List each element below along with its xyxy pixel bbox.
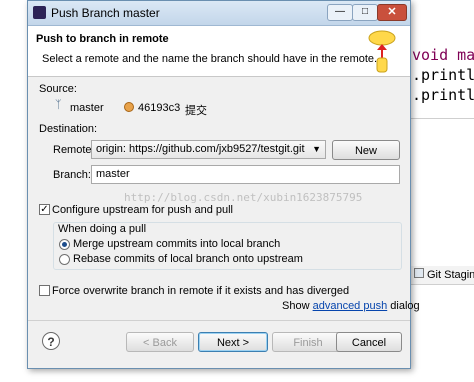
- cloud-push-icon: [368, 30, 396, 73]
- pull-options-group: When doing a pull Merge upstream commits…: [53, 222, 402, 270]
- source-commit-message: 提交: [185, 105, 207, 117]
- merge-option-label: Merge upstream commits into local branch: [73, 238, 281, 250]
- show-text: Show: [282, 300, 310, 312]
- advanced-push-row: Show advanced push dialog: [282, 300, 420, 312]
- header-title: Push to branch in remote: [36, 33, 169, 45]
- source-label: Source:: [39, 83, 77, 95]
- pull-group-label: When doing a pull: [58, 223, 147, 235]
- branch-label: Branch:: [53, 169, 91, 181]
- git-staging-label: Git Staging: [427, 269, 474, 281]
- merge-radio[interactable]: [59, 239, 70, 250]
- finish-button[interactable]: Finish: [272, 332, 344, 352]
- force-overwrite-label: Force overwrite branch in remote if it e…: [52, 285, 350, 297]
- eclipse-app-icon: [33, 6, 46, 19]
- chevron-down-icon: ▼: [312, 144, 321, 154]
- header-description: Select a remote and the name the branch …: [42, 53, 378, 65]
- next-button[interactable]: Next >: [198, 332, 268, 352]
- remote-select-value: origin: https://github.com/jxb9527/testg…: [96, 143, 305, 155]
- back-button[interactable]: < Back: [126, 332, 194, 352]
- branch-icon: ᛉ: [55, 99, 62, 111]
- cancel-button[interactable]: Cancel: [336, 332, 402, 352]
- editor-line-2: .printl: [412, 66, 474, 84]
- remote-label: Remote:: [53, 144, 95, 156]
- source-branch: master: [70, 102, 104, 114]
- new-remote-button[interactable]: New Remote...: [332, 140, 400, 177]
- remote-select[interactable]: origin: https://github.com/jxb9527/testg…: [91, 140, 326, 159]
- footer-separator: [28, 320, 410, 321]
- git-staging-tab[interactable]: Git Staging: [410, 266, 474, 285]
- force-overwrite-checkbox[interactable]: [39, 285, 50, 296]
- commit-icon: [124, 102, 134, 112]
- help-button[interactable]: ?: [42, 332, 60, 350]
- advanced-push-link[interactable]: advanced push: [313, 300, 388, 312]
- rebase-option-label: Rebase commits of local branch onto upst…: [73, 253, 303, 265]
- git-staging-icon: [414, 268, 424, 278]
- help-icon: ?: [47, 335, 55, 349]
- close-button[interactable]: ✕: [377, 4, 407, 21]
- dialog-titlebar: Push Branch master — □ ✕: [28, 1, 410, 26]
- editor-divider: [410, 118, 474, 119]
- configure-upstream-checkbox[interactable]: ✓: [39, 204, 50, 215]
- configure-upstream-label: Configure upstream for push and pull: [52, 204, 233, 216]
- editor-line-3: .printl: [412, 86, 474, 104]
- dialog-header: Push to branch in remote Select a remote…: [28, 26, 410, 77]
- branch-input[interactable]: master: [91, 165, 400, 184]
- editor-line-1: void ma: [412, 46, 474, 64]
- dialog-title: Push Branch master: [51, 6, 160, 20]
- rebase-radio[interactable]: [59, 254, 70, 265]
- minimize-button[interactable]: —: [327, 4, 353, 21]
- watermark: http://blog.csdn.net/xubin1623875795: [124, 191, 363, 204]
- destination-label: Destination:: [39, 123, 98, 135]
- dialog-text: dialog: [390, 300, 420, 312]
- push-branch-dialog: Push Branch master — □ ✕ Push to branch …: [27, 0, 420, 369]
- maximize-button[interactable]: □: [352, 4, 378, 21]
- source-commit-id: 46193c3: [138, 102, 181, 114]
